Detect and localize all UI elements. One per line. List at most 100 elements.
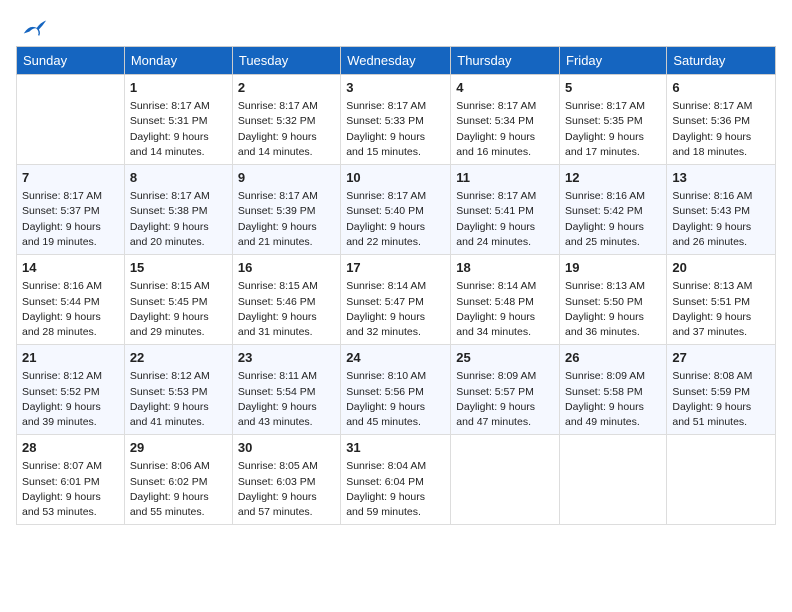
day-number: 28 [22,439,119,457]
bird-icon [20,16,48,38]
cell-info: Sunrise: 8:14 AM Sunset: 5:47 PM Dayligh… [346,279,445,340]
day-number: 29 [130,439,227,457]
calendar-cell-31: 31 Sunrise: 8:04 AM Sunset: 6:04 PM Dayli… [341,435,451,525]
weekday-tuesday: Tuesday [232,47,340,75]
cell-info: Sunrise: 8:17 AM Sunset: 5:41 PM Dayligh… [456,189,554,250]
cell-info: Sunrise: 8:10 AM Sunset: 5:56 PM Dayligh… [346,369,445,430]
calendar-cell-19: 19 Sunrise: 8:13 AM Sunset: 5:50 PM Dayli… [560,255,667,345]
calendar-cell-30: 30 Sunrise: 8:05 AM Sunset: 6:03 PM Dayli… [232,435,340,525]
calendar-cell-33 [560,435,667,525]
day-number: 11 [456,169,554,187]
calendar-cell-4: 4 Sunrise: 8:17 AM Sunset: 5:34 PM Daylig… [451,75,560,165]
calendar-cell-8: 8 Sunrise: 8:17 AM Sunset: 5:38 PM Daylig… [124,165,232,255]
cell-info: Sunrise: 8:08 AM Sunset: 5:59 PM Dayligh… [672,369,770,430]
calendar-cell-1: 1 Sunrise: 8:17 AM Sunset: 5:31 PM Daylig… [124,75,232,165]
cell-info: Sunrise: 8:06 AM Sunset: 6:02 PM Dayligh… [130,459,227,520]
day-number: 9 [238,169,335,187]
calendar-cell-20: 20 Sunrise: 8:13 AM Sunset: 5:51 PM Dayli… [667,255,776,345]
cell-info: Sunrise: 8:16 AM Sunset: 5:44 PM Dayligh… [22,279,119,340]
day-number: 21 [22,349,119,367]
calendar-cell-18: 18 Sunrise: 8:14 AM Sunset: 5:48 PM Dayli… [451,255,560,345]
cell-info: Sunrise: 8:17 AM Sunset: 5:35 PM Dayligh… [565,99,661,160]
cell-info: Sunrise: 8:17 AM Sunset: 5:38 PM Dayligh… [130,189,227,250]
day-number: 22 [130,349,227,367]
cell-info: Sunrise: 8:12 AM Sunset: 5:53 PM Dayligh… [130,369,227,430]
calendar-cell-26: 26 Sunrise: 8:09 AM Sunset: 5:58 PM Dayli… [560,345,667,435]
calendar-cell-5: 5Sunrise: 8:17 AM Sunset: 5:35 PM Daylig… [560,75,667,165]
day-number: 3 [346,79,445,97]
weekday-wednesday: Wednesday [341,47,451,75]
week-row-4: 21 Sunrise: 8:12 AM Sunset: 5:52 PM Dayli… [17,345,776,435]
calendar-cell-3: 3 Sunrise: 8:17 AM Sunset: 5:33 PM Daylig… [341,75,451,165]
calendar-cell-0 [17,75,125,165]
week-row-1: 1 Sunrise: 8:17 AM Sunset: 5:31 PM Daylig… [17,75,776,165]
day-number: 20 [672,259,770,277]
calendar-cell-28: 28 Sunrise: 8:07 AM Sunset: 6:01 PM Dayli… [17,435,125,525]
week-row-3: 14Sunrise: 8:16 AM Sunset: 5:44 PM Dayli… [17,255,776,345]
cell-info: Sunrise: 8:09 AM Sunset: 5:57 PM Dayligh… [456,369,554,430]
cell-info: Sunrise: 8:17 AM Sunset: 5:34 PM Dayligh… [456,99,554,160]
day-number: 19 [565,259,661,277]
day-number: 12 [565,169,661,187]
calendar-cell-7: 7Sunrise: 8:17 AM Sunset: 5:37 PM Daylig… [17,165,125,255]
calendar-cell-23: 23 Sunrise: 8:11 AM Sunset: 5:54 PM Dayli… [232,345,340,435]
calendar-cell-17: 17 Sunrise: 8:14 AM Sunset: 5:47 PM Dayli… [341,255,451,345]
calendar-cell-2: 2 Sunrise: 8:17 AM Sunset: 5:32 PM Daylig… [232,75,340,165]
day-number: 17 [346,259,445,277]
weekday-sunday: Sunday [17,47,125,75]
day-number: 30 [238,439,335,457]
cell-info: Sunrise: 8:17 AM Sunset: 5:37 PM Dayligh… [22,189,119,250]
day-number: 24 [346,349,445,367]
cell-info: Sunrise: 8:17 AM Sunset: 5:33 PM Dayligh… [346,99,445,160]
cell-info: Sunrise: 8:16 AM Sunset: 5:42 PM Dayligh… [565,189,661,250]
cell-info: Sunrise: 8:05 AM Sunset: 6:03 PM Dayligh… [238,459,335,520]
cell-info: Sunrise: 8:13 AM Sunset: 5:50 PM Dayligh… [565,279,661,340]
day-number: 8 [130,169,227,187]
calendar-cell-13: 13Sunrise: 8:16 AM Sunset: 5:43 PM Dayli… [667,165,776,255]
weekday-saturday: Saturday [667,47,776,75]
calendar-cell-12: 12 Sunrise: 8:16 AM Sunset: 5:42 PM Dayli… [560,165,667,255]
cell-info: Sunrise: 8:17 AM Sunset: 5:31 PM Dayligh… [130,99,227,160]
cell-info: Sunrise: 8:12 AM Sunset: 5:52 PM Dayligh… [22,369,119,430]
day-number: 18 [456,259,554,277]
day-number: 4 [456,79,554,97]
cell-info: Sunrise: 8:15 AM Sunset: 5:45 PM Dayligh… [130,279,227,340]
day-number: 6 [672,79,770,97]
cell-info: Sunrise: 8:11 AM Sunset: 5:54 PM Dayligh… [238,369,335,430]
calendar-cell-16: 16Sunrise: 8:15 AM Sunset: 5:46 PM Dayli… [232,255,340,345]
calendar-table: SundayMondayTuesdayWednesdayThursdayFrid… [16,46,776,525]
day-number: 23 [238,349,335,367]
day-number: 26 [565,349,661,367]
week-row-2: 7Sunrise: 8:17 AM Sunset: 5:37 PM Daylig… [17,165,776,255]
calendar-cell-27: 27 Sunrise: 8:08 AM Sunset: 5:59 PM Dayli… [667,345,776,435]
cell-info: Sunrise: 8:09 AM Sunset: 5:58 PM Dayligh… [565,369,661,430]
day-number: 10 [346,169,445,187]
cell-info: Sunrise: 8:14 AM Sunset: 5:48 PM Dayligh… [456,279,554,340]
day-number: 1 [130,79,227,97]
cell-info: Sunrise: 8:04 AM Sunset: 6:04 PM Dayligh… [346,459,445,520]
day-number: 15 [130,259,227,277]
calendar-cell-24: 24 Sunrise: 8:10 AM Sunset: 5:56 PM Dayli… [341,345,451,435]
cell-info: Sunrise: 8:17 AM Sunset: 5:32 PM Dayligh… [238,99,335,160]
cell-info: Sunrise: 8:13 AM Sunset: 5:51 PM Dayligh… [672,279,770,340]
weekday-header-row: SundayMondayTuesdayWednesdayThursdayFrid… [17,47,776,75]
weekday-thursday: Thursday [451,47,560,75]
day-number: 13 [672,169,770,187]
weekday-friday: Friday [560,47,667,75]
cell-info: Sunrise: 8:17 AM Sunset: 5:39 PM Dayligh… [238,189,335,250]
calendar-cell-32 [451,435,560,525]
calendar-cell-14: 14Sunrise: 8:16 AM Sunset: 5:44 PM Dayli… [17,255,125,345]
cell-info: Sunrise: 8:07 AM Sunset: 6:01 PM Dayligh… [22,459,119,520]
weekday-monday: Monday [124,47,232,75]
calendar-cell-11: 11 Sunrise: 8:17 AM Sunset: 5:41 PM Dayli… [451,165,560,255]
day-number: 31 [346,439,445,457]
calendar-cell-29: 29 Sunrise: 8:06 AM Sunset: 6:02 PM Dayli… [124,435,232,525]
calendar-cell-34 [667,435,776,525]
calendar-cell-9: 9 Sunrise: 8:17 AM Sunset: 5:39 PM Daylig… [232,165,340,255]
week-row-5: 28 Sunrise: 8:07 AM Sunset: 6:01 PM Dayli… [17,435,776,525]
day-number: 27 [672,349,770,367]
day-number: 16 [238,259,335,277]
logo [16,16,48,34]
calendar-cell-10: 10Sunrise: 8:17 AM Sunset: 5:40 PM Dayli… [341,165,451,255]
day-number: 2 [238,79,335,97]
